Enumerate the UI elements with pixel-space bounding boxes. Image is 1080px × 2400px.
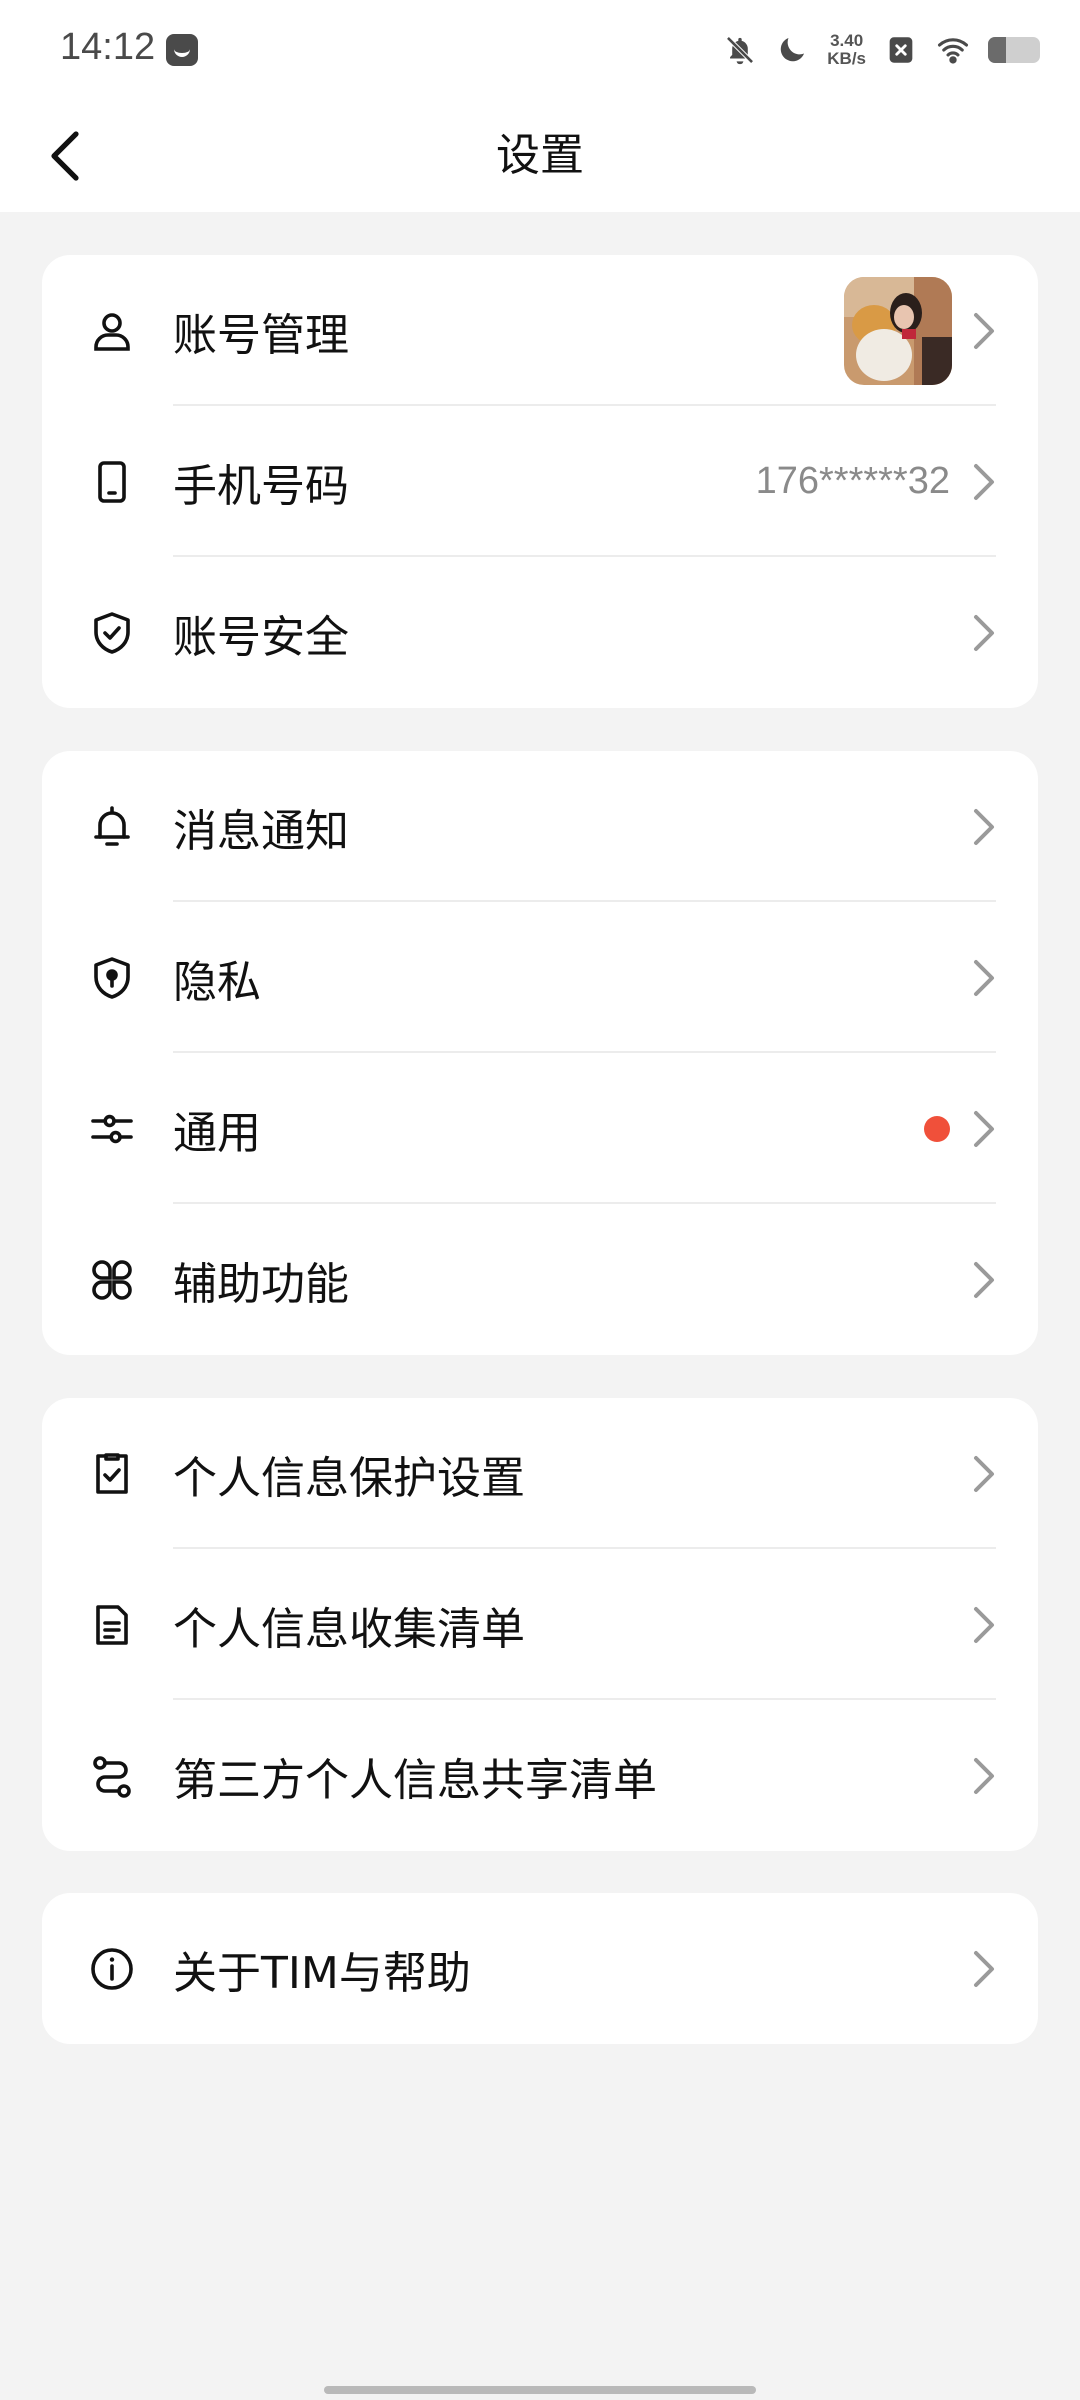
chevron-right-icon [974,463,994,500]
net-speed-value: 3.40 [830,31,864,50]
settings-group-personal-info: 个人信息保护设置 个人信息收集清单 第三方个人信息共享清单 [42,1398,1038,1851]
grid-shapes-icon [88,1256,136,1304]
bell-muted-icon [725,35,755,65]
settings-item-label: 隐私 [173,956,261,1008]
bell-icon [88,803,136,851]
page-title: 设置 [496,130,584,181]
chevron-right-icon [974,1261,994,1298]
shield-check-icon [88,609,136,657]
chevron-right-icon [974,1606,994,1643]
settings-item-about-help[interactable]: 关于TIM与帮助 [42,1893,1038,2044]
settings-item-label: 辅助功能 [173,1258,349,1310]
settings-item-label: 第三方个人信息共享清单 [173,1754,657,1806]
notification-dot [924,1115,950,1142]
phone-number-value: 176******32 [755,460,950,502]
chevron-right-icon [974,614,994,651]
net-speed-unit: KB/s [827,49,866,68]
status-icons: 3.40 KB/s [723,28,1040,72]
phone-icon [88,458,136,506]
chevron-right-icon [974,1455,994,1492]
settings-group-general: 消息通知 隐私 通用 辅助功能 [42,751,1038,1355]
settings-item-third-party-sharing-list[interactable]: 第三方个人信息共享清单 [42,1700,1038,1851]
settings-item-label: 消息通知 [173,805,349,857]
share-flow-icon [88,1752,136,1800]
notification-app-icon [166,34,198,66]
no-sim-icon [889,37,913,63]
chevron-right-icon [974,1110,994,1147]
moon-icon [781,37,805,62]
chevron-right-icon [974,959,994,996]
chevron-right-icon [974,1757,994,1794]
settings-item-phone-number[interactable]: 手机号码 176******32 [42,406,1038,557]
chevron-right-icon [974,312,994,349]
home-indicator[interactable] [324,2386,756,2394]
document-list-icon [88,1601,136,1649]
settings-item-label: 个人信息收集清单 [173,1603,525,1655]
settings-item-notifications[interactable]: 消息通知 [42,751,1038,902]
settings-item-account-management[interactable]: 账号管理 [42,255,1038,406]
settings-item-label: 账号管理 [173,309,349,361]
settings-item-label: 通用 [173,1107,261,1159]
net-speed: 3.40 KB/s [827,32,866,68]
status-bar: 14:12 3.40 KB/s [0,0,1080,100]
settings-item-general[interactable]: 通用 [42,1053,1038,1204]
settings-group-account: 账号管理 手机号码 176******32 账号安全 [42,255,1038,708]
wifi-icon [937,38,969,64]
shield-lock-icon [88,954,136,1002]
settings-item-info-collection-list[interactable]: 个人信息收集清单 [42,1549,1038,1700]
status-time: 14:12 [60,26,156,68]
settings-item-label: 个人信息保护设置 [173,1452,525,1504]
info-circle-icon [88,1945,136,1993]
person-icon [88,307,136,355]
settings-item-privacy[interactable]: 隐私 [42,902,1038,1053]
settings-item-accessibility[interactable]: 辅助功能 [42,1204,1038,1355]
settings-item-label: 手机号码 [173,460,349,512]
settings-item-account-security[interactable]: 账号安全 [42,557,1038,708]
chevron-right-icon [974,1950,994,1987]
settings-group-about: 关于TIM与帮助 [42,1893,1038,2044]
settings-item-label: 账号安全 [173,611,349,663]
avatar [844,276,952,385]
settings-item-label: 关于TIM与帮助 [173,1947,471,1999]
battery-icon [988,37,1040,63]
chevron-right-icon [974,808,994,845]
checkbox-doc-icon [88,1450,136,1498]
nav-bar: 设置 [0,100,1080,212]
sliders-icon [88,1105,136,1153]
settings-item-personal-info-protection[interactable]: 个人信息保护设置 [42,1398,1038,1549]
